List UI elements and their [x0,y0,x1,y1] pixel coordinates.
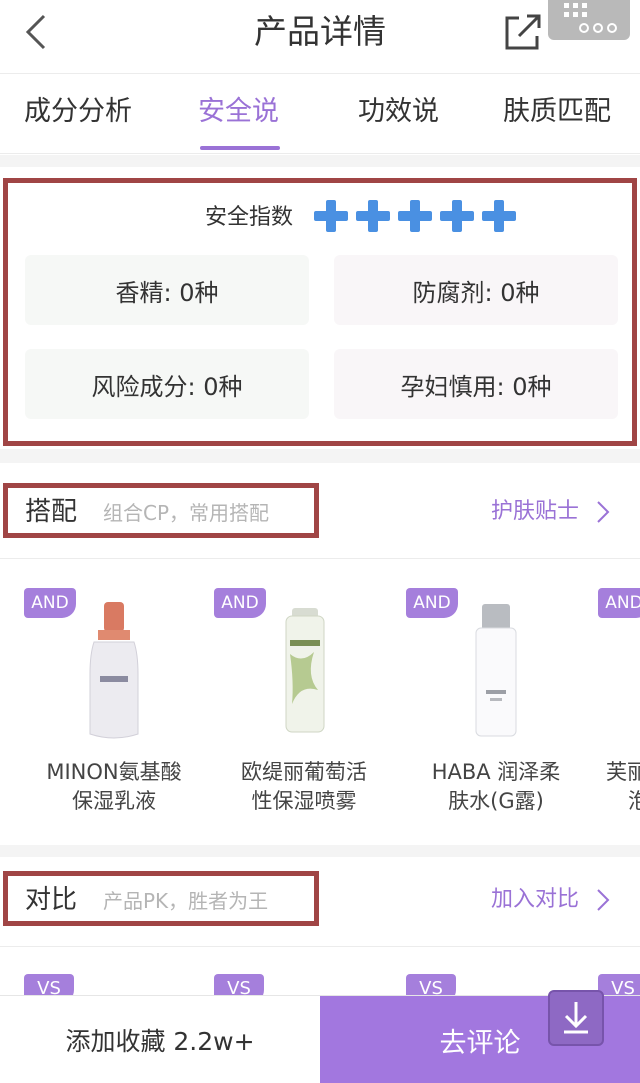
tab-skin-match[interactable]: 肤质匹配 [503,94,611,130]
product-image-lotion-bottle [89,602,139,739]
pairing-product-card[interactable]: AND MINON氨基酸 保湿乳液 [24,588,204,818]
divider [0,558,640,559]
product-image-toner-bottle [475,604,517,737]
divider [0,155,640,167]
tab-safety[interactable]: 安全说 [198,94,279,130]
page-title: 产品详情 [254,12,386,51]
divider [0,845,640,857]
tab-bar: 成分分析 安全说 功效说 肤质匹配 [0,74,640,154]
pairing-product-card[interactable]: AND 欧缇丽葡萄活 性保湿喷雾 [214,588,394,818]
plus-icon [314,200,348,232]
pairing-title: 搭配 [25,497,78,527]
pairing-subtitle: 组合CP，常用搭配 [103,501,270,525]
stat-risk-ingredients[interactable]: 风险成分: 0种 [25,349,309,419]
active-tab-indicator [200,146,280,150]
skincare-tips-link[interactable]: 护肤贴士 [491,497,579,527]
product-name: MINON氨基酸 保湿乳液 [46,760,182,813]
ellipsis-icon [579,23,617,33]
chevron-right-icon[interactable] [596,500,610,524]
tab-ingredients[interactable]: 成分分析 [24,94,132,130]
product-name: 欧缇丽葡萄活 性保湿喷雾 [241,760,367,813]
compare-title: 对比 [25,885,78,915]
add-favorite-button[interactable]: 添加收藏 2.2w+ [0,996,320,1083]
add-compare-link[interactable]: 加入对比 [491,885,579,915]
pairing-section-header: 搭配 组合CP，常用搭配 [3,483,319,538]
plus-icon [482,200,516,232]
download-icon[interactable] [548,990,604,1046]
compare-section-header: 对比 产品PK，胜者为王 [3,871,319,926]
bottom-action-bar: 添加收藏 2.2w+ 去评论 [0,995,640,1083]
divider [0,449,640,463]
product-image-spray-can [285,608,325,733]
safety-rating [314,200,516,232]
product-name: 芙丽 泡 [606,760,640,813]
compare-subtitle: 产品PK，胜者为王 [103,889,269,913]
stat-fragrance[interactable]: 香精: 0种 [25,255,309,325]
plus-icon [440,200,474,232]
chevron-right-icon[interactable] [596,888,610,912]
plus-icon [398,200,432,232]
safety-index-label: 安全指数 [205,205,294,230]
product-name: HABA 润泽柔 肤水(G露) [431,760,561,813]
stat-preservative[interactable]: 防腐剂: 0种 [334,255,618,325]
share-icon[interactable] [503,12,543,52]
tab-efficacy[interactable]: 功效说 [358,94,439,130]
stat-pregnancy-caution[interactable]: 孕妇慎用: 0种 [334,349,618,419]
safety-panel: 安全指数 香精: 0种 防腐剂: 0种 风险成分: 0种 孕妇慎用: 0种 [3,178,637,446]
download-arrow-icon [564,1002,588,1034]
header-bar: 产品详情 [0,0,640,74]
divider [0,946,640,947]
more-icon[interactable] [548,0,630,40]
plus-icon [356,200,390,232]
pairing-product-card[interactable]: AND 芙丽 泡 [598,588,640,818]
and-badge: AND [598,588,640,618]
grid-icon [564,3,587,17]
pairing-product-card[interactable]: AND HABA 润泽柔 肤水(G露) [406,588,586,818]
